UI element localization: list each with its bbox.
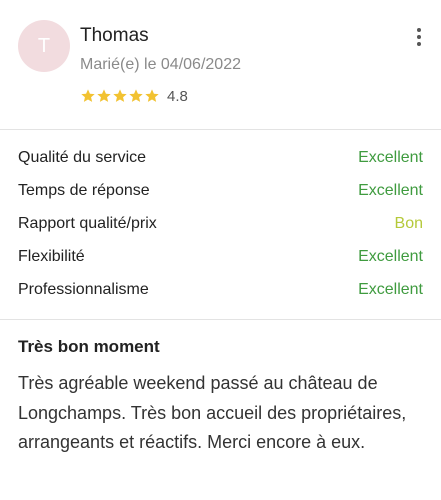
review-card: T Thomas Marié(e) le 04/06/2022 4.8 Qual… xyxy=(0,0,441,500)
criteria-value: Excellent xyxy=(358,281,423,298)
star-rating xyxy=(80,88,160,104)
criteria-value: Bon xyxy=(394,215,423,232)
rating-score: 4.8 xyxy=(167,87,188,105)
criteria-row: Flexibilité Excellent xyxy=(18,245,423,269)
criteria-value: Excellent xyxy=(358,149,423,166)
avatar: T xyxy=(18,20,70,72)
criteria-row: Rapport qualité/prix Bon xyxy=(18,212,423,236)
criteria-value: Excellent xyxy=(358,182,423,199)
star-icon xyxy=(80,88,96,104)
review-title: Très bon moment xyxy=(18,337,160,356)
criteria-list: Qualité du service Excellent Temps de ré… xyxy=(0,131,441,320)
criteria-label: Flexibilité xyxy=(18,248,85,265)
criteria-row: Temps de réponse Excellent xyxy=(18,179,423,203)
married-date: Marié(e) le 04/06/2022 xyxy=(80,56,241,73)
star-icon xyxy=(96,88,112,104)
more-vertical-icon[interactable] xyxy=(408,26,430,48)
criteria-value: Excellent xyxy=(358,248,423,265)
criteria-label: Temps de réponse xyxy=(18,182,150,199)
criteria-row: Professionnalisme Excellent xyxy=(18,278,423,302)
criteria-label: Qualité du service xyxy=(18,149,147,166)
star-icon xyxy=(112,88,128,104)
star-icon xyxy=(144,88,160,104)
author-name: Thomas xyxy=(80,25,149,46)
star-icon xyxy=(128,88,144,104)
criteria-row: Qualité du service Excellent xyxy=(18,146,423,170)
rating: 4.8 xyxy=(80,86,188,106)
review-text: Très agréable weekend passé au château d… xyxy=(18,373,407,452)
review-header: T Thomas Marié(e) le 04/06/2022 4.8 xyxy=(0,0,441,130)
criteria-label: Rapport qualité/prix xyxy=(18,215,157,232)
criteria-label: Professionnalisme xyxy=(18,281,149,298)
